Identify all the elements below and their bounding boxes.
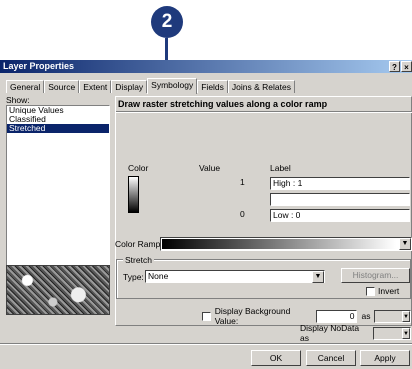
- show-label: Show:: [6, 95, 30, 105]
- close-button[interactable]: ×: [401, 61, 412, 72]
- color-column-header: Color: [128, 163, 149, 173]
- low-value: 0: [240, 209, 245, 219]
- tab-general[interactable]: General: [6, 80, 45, 93]
- panel-title: Draw raster stretching values along a co…: [118, 99, 328, 109]
- background-as-label: as: [361, 311, 371, 321]
- middle-label-field[interactable]: [270, 193, 410, 206]
- chevron-down-icon[interactable]: ▼: [402, 327, 410, 339]
- high-value: 1: [240, 177, 245, 187]
- stretch-type-value: None: [148, 271, 169, 281]
- background-color-dropdown[interactable]: ▼: [374, 309, 411, 323]
- bottom-separator: [0, 343, 412, 345]
- display-background-label: Display Background Value:: [214, 306, 291, 326]
- tab-display[interactable]: Display: [111, 80, 148, 93]
- tab-strip: General Source Extent Display Symbology …: [6, 78, 295, 94]
- cancel-button[interactable]: Cancel: [306, 350, 356, 366]
- nodata-color-dropdown[interactable]: ▼: [373, 326, 411, 340]
- chevron-down-icon[interactable]: ▼: [402, 310, 410, 322]
- label-column-header: Label: [270, 163, 291, 173]
- tab-symbology[interactable]: Symbology: [147, 78, 198, 94]
- apply-button[interactable]: Apply: [360, 350, 410, 366]
- panel-divider: [116, 111, 412, 113]
- raster-preview-thumbnail: [6, 265, 110, 315]
- value-column-header: Value: [199, 163, 221, 173]
- tab-extent[interactable]: Extent: [79, 80, 112, 93]
- stretch-group-label: Stretch: [123, 255, 154, 265]
- ok-button[interactable]: OK: [251, 350, 301, 366]
- display-background-checkbox[interactable]: [202, 311, 211, 321]
- low-label-field[interactable]: Low : 0: [270, 209, 410, 222]
- background-value-field[interactable]: 0: [316, 309, 358, 323]
- histogram-button[interactable]: Histogram...: [341, 268, 410, 283]
- invert-checkbox[interactable]: [366, 286, 375, 296]
- layer-properties-dialog: Layer Properties ? × General Source Exte…: [0, 60, 412, 369]
- invert-option[interactable]: Invert: [366, 286, 399, 296]
- stretch-type-label: Type:: [123, 272, 144, 282]
- help-button[interactable]: ?: [389, 61, 400, 72]
- chevron-down-icon[interactable]: ▼: [312, 271, 324, 283]
- tab-source[interactable]: Source: [44, 80, 80, 93]
- stretch-group: Stretch Type: None ▼ Histogram... Invert: [116, 255, 411, 299]
- tab-fields[interactable]: Fields: [197, 80, 228, 93]
- invert-label: Invert: [378, 286, 400, 296]
- step-callout-badge: 2: [151, 6, 183, 38]
- chevron-down-icon[interactable]: ▼: [399, 238, 411, 250]
- high-label-field[interactable]: High : 1: [270, 177, 410, 190]
- tab-joins-relates[interactable]: Joins & Relates: [227, 80, 295, 93]
- nodata-row: Display NoData as ▼: [300, 323, 411, 343]
- color-ramp-swatch[interactable]: [128, 176, 139, 213]
- color-ramp-dropdown[interactable]: ▼: [160, 237, 412, 251]
- symbology-panel: Draw raster stretching values along a co…: [115, 96, 412, 343]
- nodata-label: Display NoData as: [300, 323, 360, 343]
- dialog-titlebar: Layer Properties ? ×: [0, 60, 412, 73]
- color-ramp-label: Color Ramp:: [115, 239, 163, 249]
- stretch-type-dropdown[interactable]: None ▼: [145, 270, 325, 283]
- show-item-stretched[interactable]: Stretched: [7, 124, 109, 133]
- dialog-title: Layer Properties: [3, 61, 75, 71]
- color-ramp-gradient: [162, 239, 396, 249]
